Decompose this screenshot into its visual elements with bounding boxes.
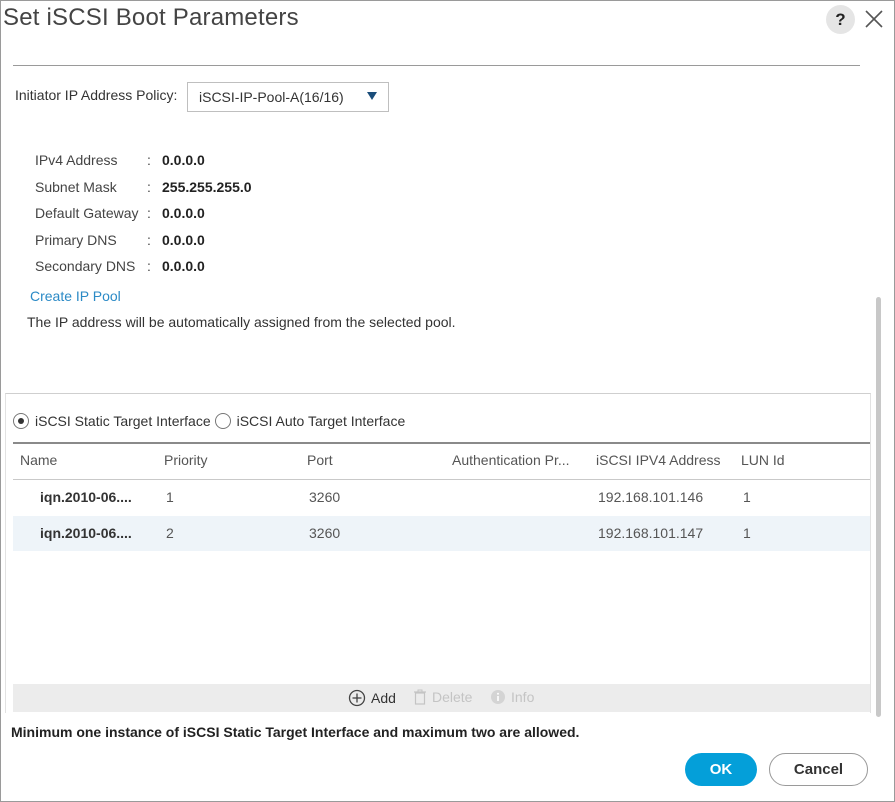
ok-button[interactable]: OK	[685, 753, 757, 786]
table-top-divider	[13, 442, 870, 444]
initiator-policy-value: iSCSI-IP-Pool-A(16/16)	[199, 89, 344, 105]
secondary-dns-value: 0.0.0.0	[162, 258, 205, 274]
target-interface-panel	[5, 393, 871, 713]
row-priority: 1	[166, 489, 174, 505]
primary-dns-colon: :	[147, 232, 151, 248]
auto-target-label[interactable]: iSCSI Auto Target Interface	[237, 413, 406, 429]
iscsi-boot-dialog: Set iSCSI Boot Parameters ? Initiator IP…	[0, 0, 895, 802]
row-lun-id: 1	[743, 525, 751, 541]
delete-button[interactable]: Delete	[413, 689, 472, 705]
caret-down-icon	[367, 92, 377, 100]
ipv4-address-value: 0.0.0.0	[162, 152, 205, 168]
add-label: Add	[371, 690, 396, 706]
help-button[interactable]: ?	[826, 5, 855, 34]
row-name: iqn.2010-06....	[40, 525, 132, 541]
close-icon	[865, 10, 883, 28]
cancel-button[interactable]: Cancel	[769, 753, 868, 786]
default-gateway-label: Default Gateway	[35, 205, 139, 221]
initiator-policy-label: Initiator IP Address Policy:	[15, 87, 178, 103]
radio-selected-dot	[18, 418, 24, 424]
row-port: 3260	[309, 525, 341, 541]
info-icon	[490, 689, 506, 705]
row-name: iqn.2010-06....	[40, 489, 132, 505]
column-header-port[interactable]: Port	[307, 452, 333, 468]
initiator-policy-select[interactable]: iSCSI-IP-Pool-A(16/16)	[187, 82, 389, 112]
table-row[interactable]: iqn.2010-06.... 2 3260 192.168.101.147 1	[13, 516, 870, 551]
row-lun-id: 1	[743, 489, 751, 505]
delete-label: Delete	[432, 689, 473, 705]
row-ipv4-address: 192.168.101.147	[598, 525, 704, 541]
auto-target-radio[interactable]	[214, 413, 231, 429]
help-icon: ?	[835, 9, 846, 29]
table-toolbar: Add Delete Info	[13, 684, 870, 712]
column-header-authentication[interactable]: Authentication Pr...	[452, 452, 570, 468]
secondary-dns-label: Secondary DNS	[35, 258, 136, 274]
instance-limit-note: Minimum one instance of iSCSI Static Tar…	[11, 724, 580, 740]
row-port: 3260	[309, 489, 341, 505]
secondary-dns-colon: :	[147, 258, 151, 274]
add-circle-icon	[348, 689, 366, 707]
default-gateway-colon: :	[147, 205, 151, 221]
subnet-mask-value: 255.255.255.0	[162, 179, 252, 195]
column-header-priority[interactable]: Priority	[164, 452, 208, 468]
primary-dns-label: Primary DNS	[35, 232, 117, 248]
static-target-label[interactable]: iSCSI Static Target Interface	[35, 413, 211, 429]
trash-icon	[413, 689, 427, 705]
close-button[interactable]	[860, 5, 888, 33]
ipv4-address-label: IPv4 Address	[35, 152, 118, 168]
target-interface-options: iSCSI Static Target Interface iSCSI Auto…	[13, 411, 409, 431]
table-row[interactable]: iqn.2010-06.... 1 3260 192.168.101.146 1	[13, 480, 870, 515]
row-priority: 2	[166, 525, 174, 541]
static-target-radio[interactable]	[13, 413, 29, 429]
column-header-lun-id[interactable]: LUN Id	[741, 452, 785, 468]
info-label: Info	[511, 689, 535, 705]
column-header-ipv4-address[interactable]: iSCSI IPV4 Address	[596, 452, 721, 468]
subnet-mask-colon: :	[147, 179, 151, 195]
ipv4-address-colon: :	[147, 152, 151, 168]
add-button[interactable]: Add	[348, 689, 396, 707]
create-ip-pool-link[interactable]: Create IP Pool	[30, 288, 121, 304]
auto-assign-note: The IP address will be automatically ass…	[27, 314, 456, 330]
subnet-mask-label: Subnet Mask	[35, 179, 117, 195]
info-button[interactable]: Info	[490, 689, 534, 705]
row-ipv4-address: 192.168.101.146	[598, 489, 704, 505]
dialog-scrollbar[interactable]	[876, 297, 881, 717]
column-header-name[interactable]: Name	[20, 452, 57, 468]
title-divider	[13, 65, 860, 66]
primary-dns-value: 0.0.0.0	[162, 232, 205, 248]
dialog-title: Set iSCSI Boot Parameters	[3, 4, 299, 31]
default-gateway-value: 0.0.0.0	[162, 205, 205, 221]
